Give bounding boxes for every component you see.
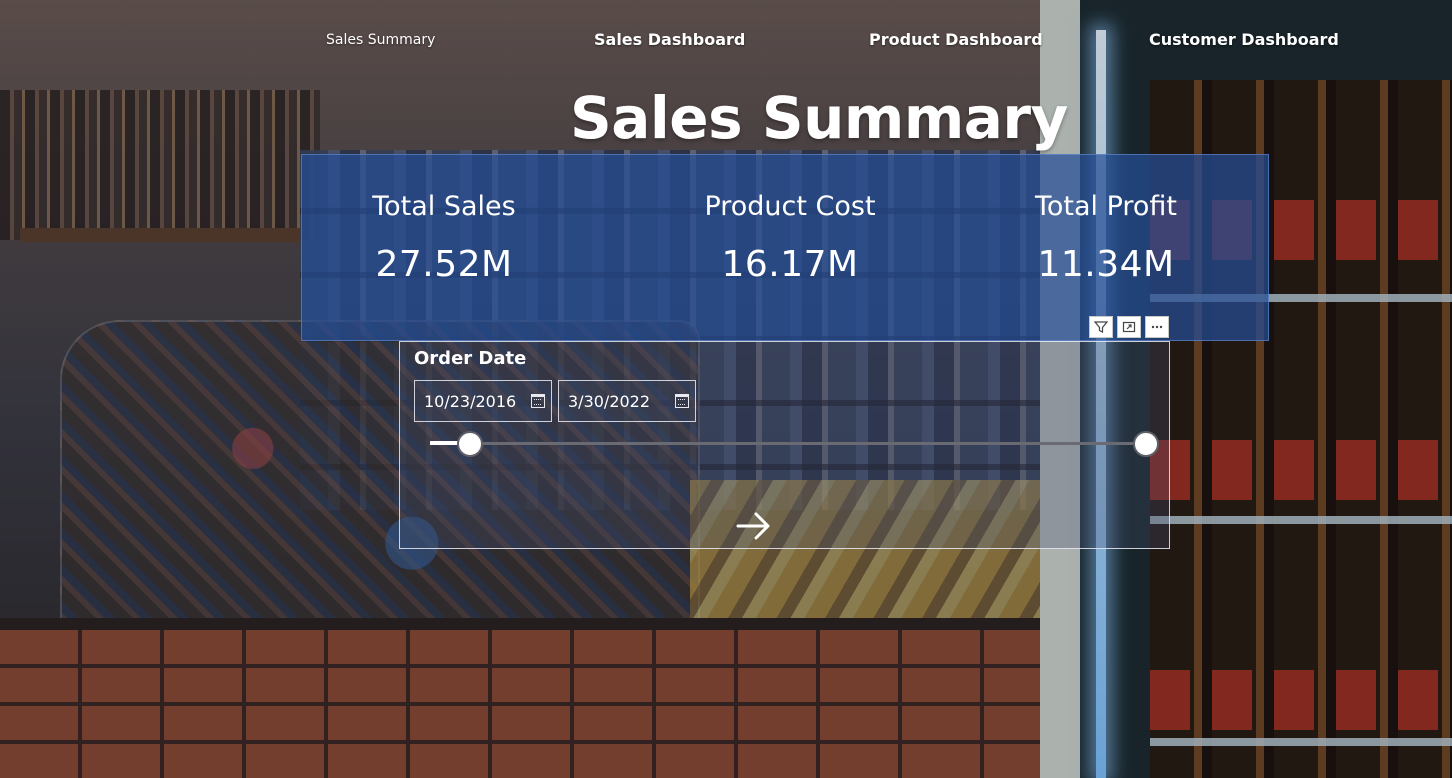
date-range-slider-track[interactable] — [430, 442, 1148, 445]
kpi-total-sales: Total Sales 27.52M — [294, 191, 594, 285]
focus-mode-icon[interactable] — [1117, 316, 1141, 338]
kpi-card[interactable]: Total Sales 27.52M Product Cost 16.17M T… — [301, 154, 1269, 341]
nav-sales-dashboard[interactable]: Sales Dashboard — [594, 30, 745, 49]
filter-icon[interactable] — [1089, 316, 1113, 338]
arrow-right-icon[interactable] — [734, 510, 774, 542]
kpi-value: 27.52M — [375, 244, 513, 285]
kpi-value: 11.34M — [1037, 244, 1175, 285]
start-date-value: 10/23/2016 — [424, 391, 517, 411]
start-date-input[interactable]: 10/23/2016 — [414, 380, 552, 422]
slider-start-handle[interactable] — [457, 431, 483, 457]
end-date-value: 3/30/2022 — [568, 391, 651, 411]
slicer-title: Order Date — [414, 348, 527, 369]
calendar-icon[interactable] — [675, 394, 689, 408]
kpi-label: Total Sales — [372, 191, 516, 222]
kpi-total-profit: Total Profit 11.34M — [956, 191, 1256, 285]
more-options-icon[interactable] — [1145, 316, 1169, 338]
nav-sales-summary[interactable]: Sales Summary — [326, 32, 435, 48]
slider-end-handle[interactable] — [1133, 431, 1159, 457]
visual-header-tools — [1089, 316, 1169, 338]
kpi-label: Total Profit — [1034, 191, 1178, 222]
end-date-input[interactable]: 3/30/2022 — [558, 380, 696, 422]
nav-customer-dashboard[interactable]: Customer Dashboard — [1149, 30, 1339, 49]
kpi-value: 16.17M — [721, 244, 859, 285]
calendar-icon[interactable] — [531, 394, 545, 408]
page-title: Sales Summary — [570, 84, 1068, 152]
kpi-product-cost: Product Cost 16.17M — [640, 191, 940, 285]
nav-product-dashboard[interactable]: Product Dashboard — [869, 30, 1043, 49]
kpi-label: Product Cost — [704, 191, 876, 222]
order-date-slicer: Order Date 10/23/2016 3/30/2022 — [399, 341, 1170, 549]
